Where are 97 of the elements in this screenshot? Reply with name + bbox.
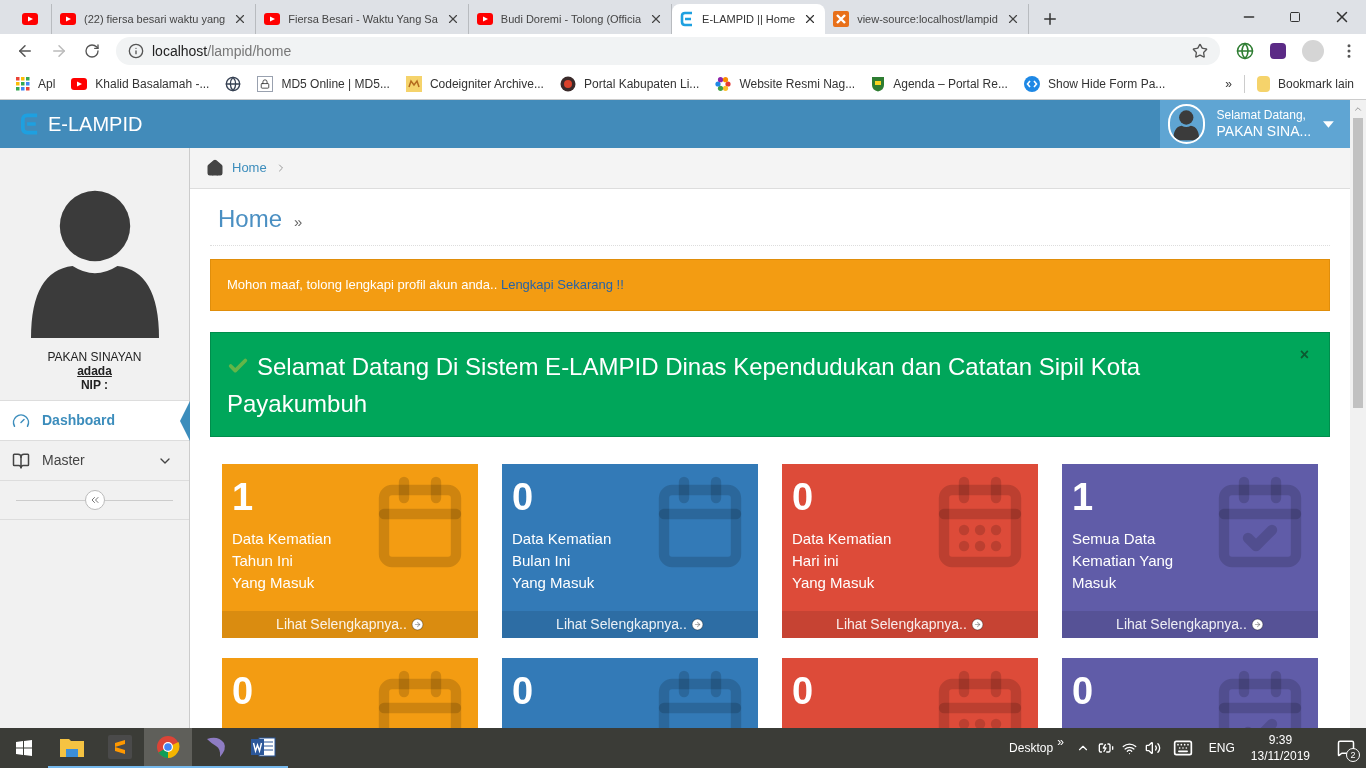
scroll-up-icon xyxy=(1353,104,1363,114)
logo-icon xyxy=(20,112,40,136)
xampp-icon xyxy=(833,11,850,27)
card-footer-link[interactable]: Lihat Selengkapnya.. xyxy=(502,611,758,638)
user-greeting: Selamat Datang, xyxy=(1216,107,1307,123)
page-title: Home xyxy=(218,204,283,234)
arrow-circle-icon xyxy=(970,618,984,631)
brand-title: E-LAMPID xyxy=(48,112,143,137)
info-icon xyxy=(128,43,144,59)
arrow-circle-icon xyxy=(1250,618,1264,631)
extension-icon[interactable] xyxy=(1236,42,1254,60)
home-icon xyxy=(206,159,224,177)
stat-label: Data Kematian Bulan Ini Yang Masuk xyxy=(512,529,613,593)
stat-value: 0 xyxy=(792,669,815,714)
sidebar-item[interactable]: Dashboard xyxy=(0,400,189,440)
chrome-icon xyxy=(156,735,180,759)
tab-title: (22) fiersa besari waktu yang xyxy=(84,11,226,27)
sidebar-item[interactable]: Master xyxy=(0,440,189,480)
apps-icon xyxy=(16,76,30,91)
stat-value: 0 xyxy=(512,475,535,520)
stat-label: Data Kematian Hari ini Yang Masuk xyxy=(792,529,893,593)
stat-value: 1 xyxy=(232,475,255,520)
stat-value: 0 xyxy=(792,475,815,520)
folder-icon xyxy=(1256,75,1270,92)
profile-username[interactable]: adada xyxy=(77,364,112,378)
arrow-circle-icon xyxy=(410,618,424,631)
bookmark-item[interactable]: Codeigniter Archive... xyxy=(405,74,560,93)
bookmark-item[interactable]: Bookmark lain xyxy=(1243,74,1354,93)
bookmark-item[interactable]: Portal Kabupaten Li... xyxy=(559,74,716,93)
clock[interactable]: 9:39 13/11/2019 xyxy=(1250,732,1310,764)
bookmark-item[interactable]: Show Hide Form Pa... xyxy=(1023,74,1182,93)
card-footer-link[interactable]: Lihat Selengkapnya.. xyxy=(782,611,1038,638)
desktop-toolbar[interactable]: Desktop xyxy=(1009,739,1054,757)
language-indicator[interactable]: ENG xyxy=(1208,739,1235,757)
back-icon[interactable] xyxy=(16,42,34,60)
bookmark-item[interactable]: MD5 Online | MD5... xyxy=(257,74,406,93)
windows-icon xyxy=(16,740,32,756)
caret-icon xyxy=(1323,120,1334,128)
logo-icon xyxy=(680,11,695,27)
stat-value: 0 xyxy=(512,669,535,714)
stat-value: 0 xyxy=(232,669,255,714)
globe-icon xyxy=(225,75,242,92)
notification-count: 2 xyxy=(1346,748,1360,762)
reload-icon[interactable] xyxy=(84,43,100,59)
stat-label: Data Kematian Tahun Ini Yang Masuk xyxy=(232,529,333,593)
folder-icon xyxy=(60,737,84,757)
youtube-icon xyxy=(264,13,281,25)
wifi-icon[interactable] xyxy=(1121,740,1137,756)
shield-icon xyxy=(871,75,886,92)
arrow-circle-icon xyxy=(690,618,704,631)
bookmark-item[interactable]: Apl xyxy=(16,74,72,93)
more-bookmarks[interactable]: » xyxy=(1213,74,1244,93)
extension-icon[interactable] xyxy=(1270,43,1286,59)
title-mark: » xyxy=(294,211,303,232)
profile-nip: NIP : xyxy=(80,378,109,392)
toolbar-expand[interactable]: » xyxy=(1057,733,1064,751)
tab-title: view-source:localhost/lampid xyxy=(857,11,998,27)
bookmark-star-icon[interactable] xyxy=(1192,43,1208,59)
maximize-icon[interactable] xyxy=(1289,11,1301,23)
swap-icon xyxy=(1023,75,1040,92)
bookmark-item[interactable]: Website Resmi Nag... xyxy=(715,74,872,93)
bookmark-item[interactable]: Khalid Basalamah -... xyxy=(71,74,226,93)
address-bar[interactable]: localhost/lampid/home xyxy=(116,37,1220,65)
active-marker xyxy=(180,401,190,441)
youtube-icon xyxy=(476,13,493,25)
notification-icon xyxy=(1337,739,1355,757)
bookmark-item[interactable]: Agenda – Portal Re... xyxy=(871,74,1024,93)
tab-title: Budi Doremi - Tolong (Officia xyxy=(500,11,642,27)
scrollbar-thumb[interactable] xyxy=(1353,118,1363,408)
stat-value: 1 xyxy=(1072,475,1095,520)
battery-icon[interactable] xyxy=(1097,740,1114,756)
flower-icon xyxy=(715,75,732,92)
browser-tab[interactable]: E-LAMPID || Home xyxy=(672,4,826,34)
tab-title: E-LAMPID || Home xyxy=(702,11,796,27)
keyboard-icon[interactable] xyxy=(1172,738,1193,758)
notification-button[interactable]: 2 xyxy=(1326,728,1366,768)
sublime-icon xyxy=(108,735,132,759)
lock-icon xyxy=(257,75,274,92)
card-footer-link[interactable]: Lihat Selengkapnya.. xyxy=(1062,611,1318,638)
youtube-icon xyxy=(21,13,38,25)
stat-label: Semua Data Kematian Yang Masuk xyxy=(1072,529,1175,593)
stat-value: 0 xyxy=(1072,669,1095,714)
youtube-icon xyxy=(60,13,76,25)
note-icon xyxy=(405,75,422,92)
warning-text: Mohon maaf, tolong lengkapi profil akun anda.. Lengkapi Sekarang !! xyxy=(227,276,624,295)
profile-name: PAKAN SINAYAN xyxy=(47,350,142,364)
user-name: PAKAN SINA... xyxy=(1216,122,1312,141)
welcome-heading: Selamat Datang Di Sistem E-LAMPID Dinas Kependudukan dan Catatan Sipil Kota Payakumbuh xyxy=(227,351,1142,419)
emblem-icon xyxy=(559,75,576,92)
scrollbar[interactable] xyxy=(1350,100,1366,728)
volume-icon[interactable] xyxy=(1144,740,1161,756)
book-icon xyxy=(12,451,30,470)
gauge-icon xyxy=(12,411,30,430)
url-text: localhost/lampid/home xyxy=(152,41,293,61)
youtube-icon xyxy=(71,77,88,90)
word-icon xyxy=(251,736,277,758)
tab-title: Fiersa Besari - Waktu Yang Sa xyxy=(288,11,438,27)
